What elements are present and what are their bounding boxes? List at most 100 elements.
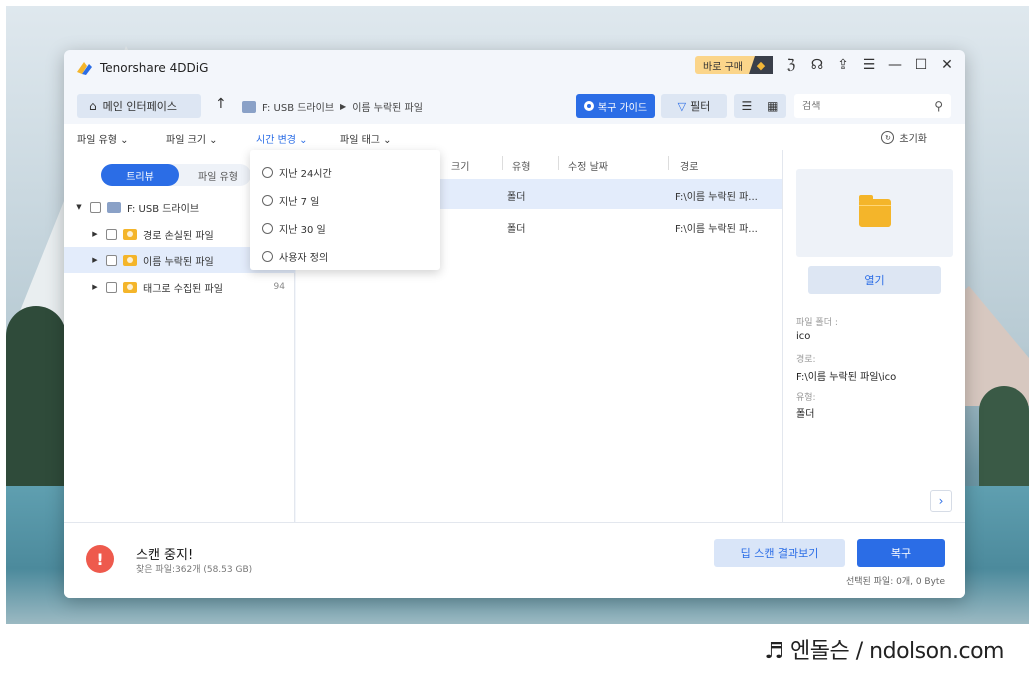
column-header-path[interactable]: 경로 xyxy=(680,158,698,173)
column-header-size[interactable]: 크기 xyxy=(451,158,469,173)
buy-button[interactable]: 바로 구매 ◆ xyxy=(695,56,773,74)
tab-tree-view[interactable]: 트리뷰 xyxy=(101,164,179,186)
expand-icon[interactable]: ▶ xyxy=(90,283,100,291)
view-toggle: ☰ ▦ xyxy=(734,94,786,118)
details-panel: 열기 파일 폴더 : ico 경로: F:\이름 누락된 파일\ico 유형: … xyxy=(782,150,965,522)
grid-view-icon[interactable]: ▦ xyxy=(767,99,778,113)
tree-item-label: 경로 손실된 파일 xyxy=(143,230,214,242)
scan-status-title: 스캔 중지! xyxy=(136,548,194,563)
folder-icon xyxy=(123,228,137,240)
headset-icon[interactable]: ☊ xyxy=(809,57,825,73)
search-input[interactable] xyxy=(802,100,935,112)
expand-icon[interactable]: ▶ xyxy=(90,230,100,238)
home-button[interactable]: ⌂ 메인 인터페이스 xyxy=(77,94,201,118)
pin-icon[interactable]: ℨ xyxy=(783,57,799,73)
type-label: 유형: xyxy=(796,393,816,403)
watermark: ♬ 엔돌슨 / ndolson.com xyxy=(764,639,1004,664)
search-icon[interactable]: ⚲ xyxy=(934,99,943,113)
filter-button[interactable]: ▽ 필터 xyxy=(661,94,727,118)
filter-bar: 파일 유형 ⌄ 파일 크기 ⌄ 시간 변경 ⌄ 파일 태그 ⌄ ↻ 초기화 xyxy=(64,124,965,150)
trees-left xyxy=(6,306,66,486)
search-box: ⚲ xyxy=(794,94,951,118)
time-option[interactable]: 지난 30 일 xyxy=(262,221,326,236)
drive-icon xyxy=(242,100,256,113)
title-bar: Tenorshare 4DDiG 바로 구매 ◆ ℨ ☊ ⇪ ☰ — ☐ ✕ xyxy=(64,50,965,86)
filter-file-size[interactable]: 파일 크기 ⌄ xyxy=(166,131,218,146)
tree-item-label: F: USB 드라이브 xyxy=(127,203,200,215)
tab-file-type[interactable]: 파일 유형 xyxy=(185,164,251,186)
menu-icon[interactable]: ☰ xyxy=(861,57,877,73)
folder-icon xyxy=(123,254,137,266)
checkbox[interactable] xyxy=(106,228,117,240)
path-label: 경로: xyxy=(796,355,816,365)
column-divider xyxy=(502,156,503,170)
cell-path: F:\이름 누락된 파... xyxy=(675,224,758,235)
alert-icon: ! xyxy=(86,545,114,573)
time-filter-dropdown: 지난 24시간 지난 7 일 지난 30 일 사용자 정의 xyxy=(250,150,440,270)
reset-button[interactable]: ↻ 초기화 xyxy=(881,130,927,145)
home-icon: ⌂ xyxy=(89,99,97,113)
tree-item-label: 태그로 수집된 파일 xyxy=(143,283,223,295)
reset-icon: ↻ xyxy=(881,131,895,144)
breadcrumb: F: USB 드라이브 ▶ 이름 누락된 파일 xyxy=(242,99,423,114)
up-arrow-icon[interactable]: ↑ xyxy=(215,96,227,112)
cell-type: 폴더 xyxy=(507,192,526,203)
folder-label: 파일 폴더 : xyxy=(796,318,838,328)
time-option[interactable]: 지난 24시간 xyxy=(262,165,332,180)
radio-button[interactable] xyxy=(262,167,273,178)
deep-scan-button[interactable]: 딥 스캔 결과보기 xyxy=(714,539,845,567)
filter-icon: ▽ xyxy=(677,99,687,113)
checkbox[interactable] xyxy=(106,254,117,266)
filter-file-type[interactable]: 파일 유형 ⌄ xyxy=(77,131,129,146)
guide-icon xyxy=(583,101,594,111)
nav-bar: ⌂ 메인 인터페이스 ↑ F: USB 드라이브 ▶ 이름 누락된 파일 복구 … xyxy=(64,90,965,122)
app-logo-icon xyxy=(74,58,94,78)
radio-button[interactable] xyxy=(262,251,273,262)
breadcrumb-separator-icon: ▶ xyxy=(340,102,347,111)
tree-item-label: 이름 누락된 파일 xyxy=(143,256,214,268)
column-header-type[interactable]: 유형 xyxy=(512,158,530,173)
time-option[interactable]: 지난 7 일 xyxy=(262,193,319,208)
cell-type: 폴더 xyxy=(507,224,526,235)
buy-label: 바로 구매 xyxy=(703,61,743,73)
filter-label: 필터 xyxy=(690,100,711,113)
time-option[interactable]: 사용자 정의 xyxy=(262,249,328,264)
column-header-modified[interactable]: 수정 날짜 xyxy=(568,158,608,173)
close-icon[interactable]: ✕ xyxy=(939,57,955,73)
status-bar: ! 스캔 중지! 찾은 파일:362개 (58.53 GB) 딥 스캔 결과보기… xyxy=(64,522,965,598)
trees-right xyxy=(979,386,1029,486)
filter-time-change[interactable]: 시간 변경 ⌄ xyxy=(256,131,308,146)
preview-area xyxy=(796,169,953,257)
open-button[interactable]: 열기 xyxy=(808,266,941,294)
title-bar-controls: 바로 구매 ◆ ℨ ☊ ⇪ ☰ — ☐ ✕ xyxy=(695,56,955,74)
reset-label: 초기화 xyxy=(899,134,927,145)
breadcrumb-item[interactable]: 이름 누락된 파일 xyxy=(352,99,423,114)
checkbox[interactable] xyxy=(90,201,101,213)
folder-value: ico xyxy=(796,331,811,342)
scan-status-subtitle: 찾은 파일:362개 (58.53 GB) xyxy=(136,565,253,575)
expand-icon[interactable]: ▶ xyxy=(90,256,100,264)
minimize-icon[interactable]: — xyxy=(887,57,903,73)
item-count: 94 xyxy=(273,282,285,292)
column-divider xyxy=(668,156,669,170)
type-value: 폴더 xyxy=(796,409,815,420)
column-divider xyxy=(558,156,559,170)
recover-button[interactable]: 복구 xyxy=(857,539,945,567)
home-label: 메인 인터페이스 xyxy=(102,100,177,113)
checkbox[interactable] xyxy=(106,281,117,293)
guide-label: 복구 가이드 xyxy=(597,102,648,114)
app-title: Tenorshare 4DDiG xyxy=(100,61,209,75)
radio-button[interactable] xyxy=(262,195,273,206)
share-icon[interactable]: ⇪ xyxy=(835,57,851,73)
radio-button[interactable] xyxy=(262,223,273,234)
recovery-guide-button[interactable]: 복구 가이드 xyxy=(576,94,655,118)
folder-icon xyxy=(123,281,137,293)
maximize-icon[interactable]: ☐ xyxy=(913,57,929,73)
filter-file-tag[interactable]: 파일 태그 ⌄ xyxy=(340,131,392,146)
chevron-right-icon[interactable]: › xyxy=(930,490,952,512)
list-view-icon[interactable]: ☰ xyxy=(741,99,752,113)
diamond-icon: ◆ xyxy=(749,56,773,74)
collapse-icon[interactable]: ▼ xyxy=(74,203,84,211)
breadcrumb-item[interactable]: F: USB 드라이브 xyxy=(262,99,334,114)
tree-item-tagged[interactable]: ▶ 태그로 수집된 파일 94 xyxy=(64,274,295,300)
